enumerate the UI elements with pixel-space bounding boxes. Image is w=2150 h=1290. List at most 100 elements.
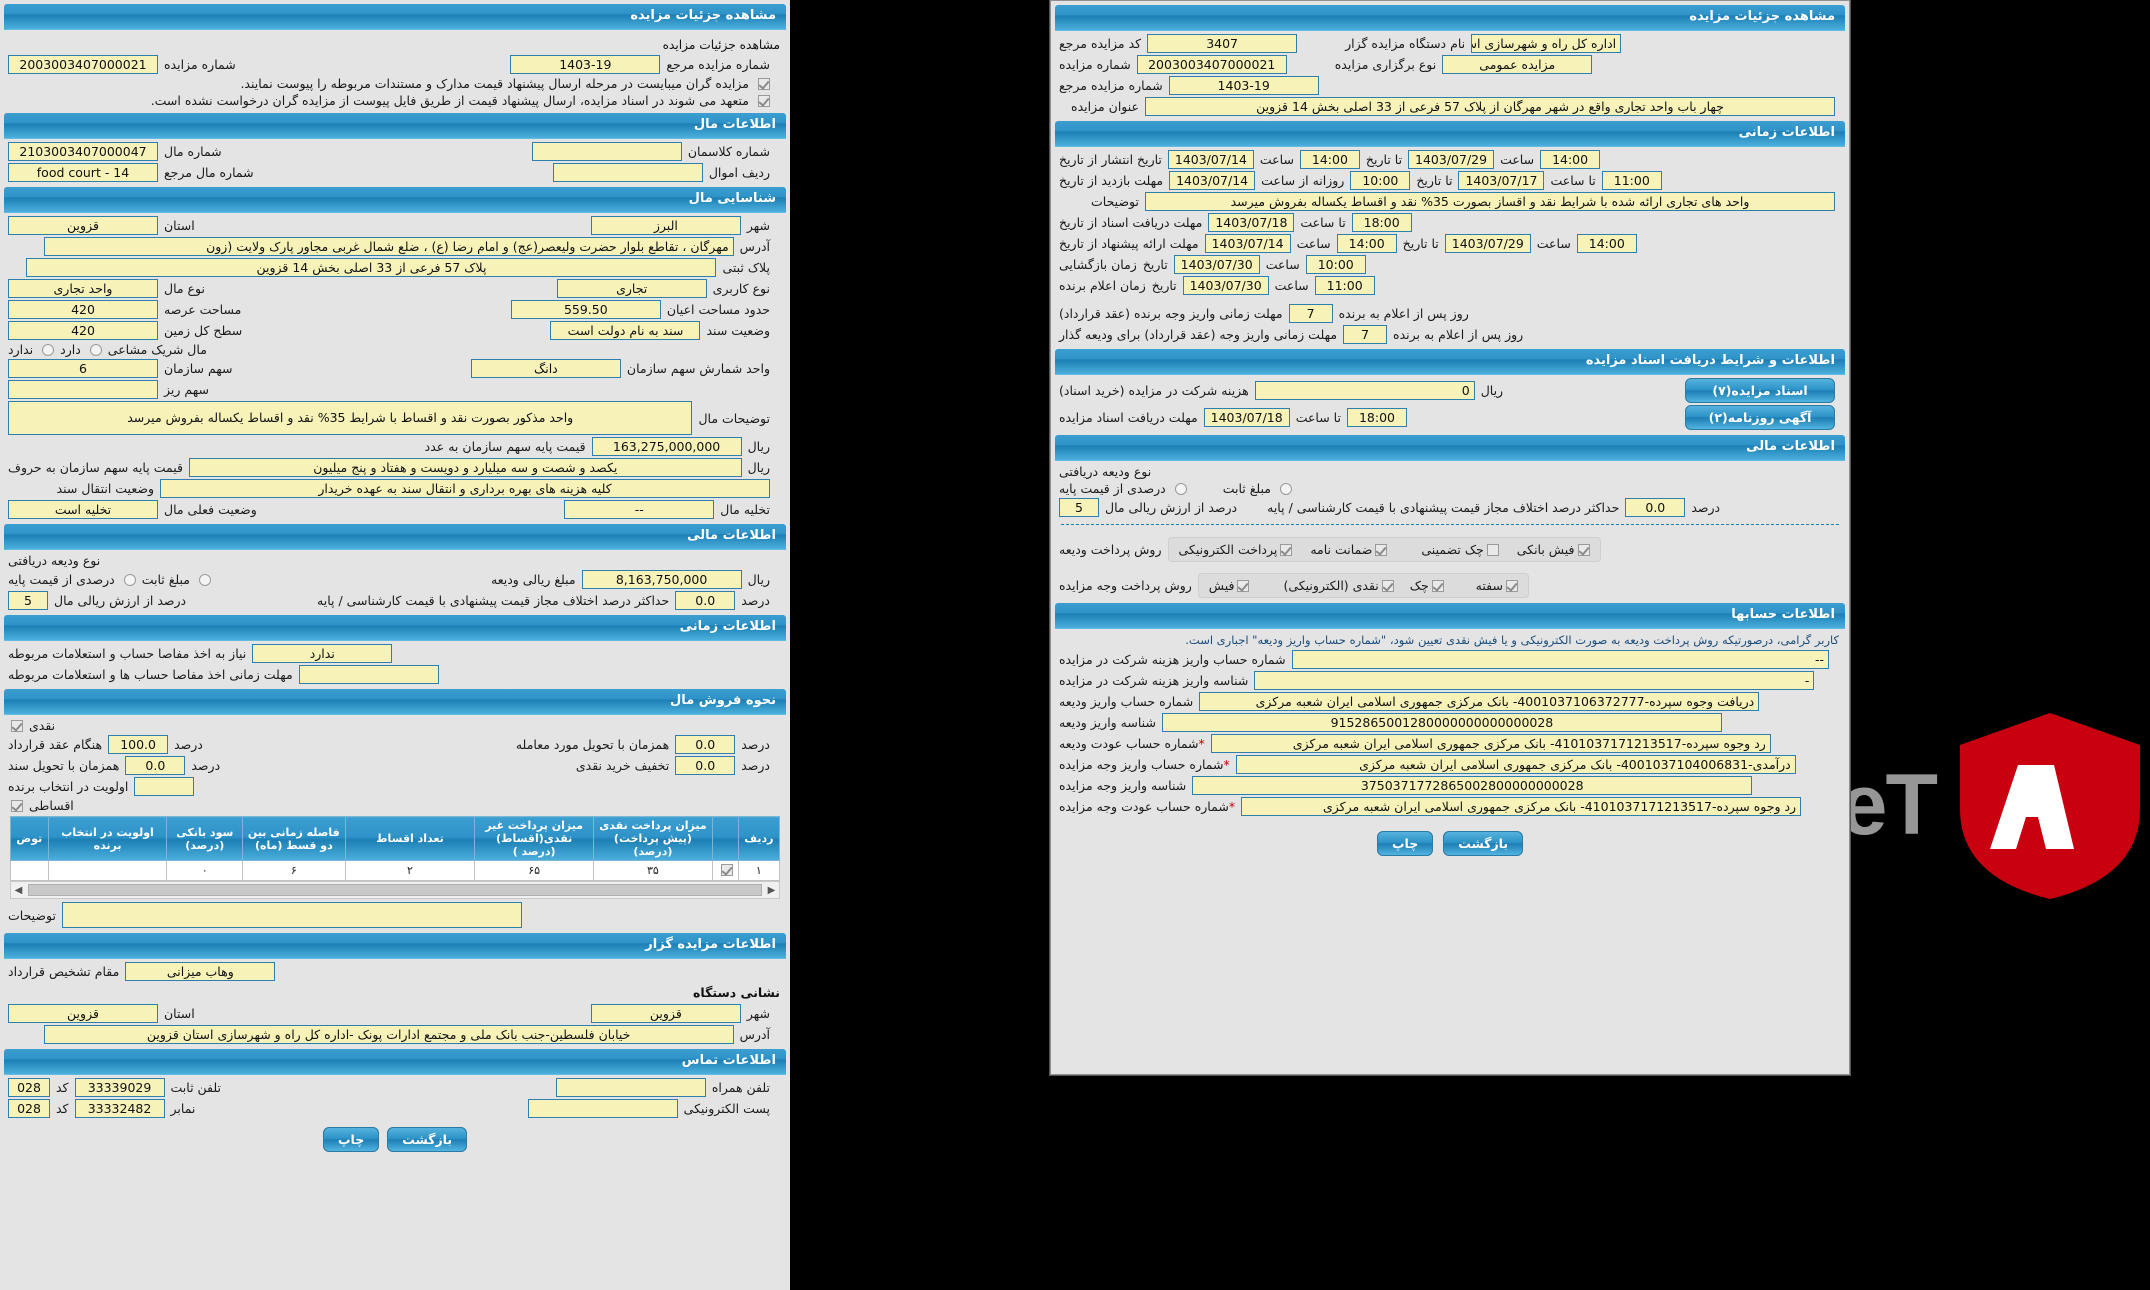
newspaper-ad-button[interactable]: آگهی روزنامه(۲) [1685, 405, 1835, 430]
value-land-total[interactable]: 420 [8, 321, 158, 340]
value-doc-status[interactable]: سند به نام دولت است [550, 321, 701, 340]
value-max-diff[interactable]: 0.0 [675, 591, 736, 610]
value-current-status[interactable]: تخلیه است [8, 500, 158, 519]
value-visit-to-time[interactable]: 11:00 [1601, 171, 1662, 190]
value-docs-receive-deadline-date[interactable]: 1403/07/18 [1203, 408, 1290, 427]
value-fax[interactable]: 33332482 [74, 1099, 165, 1118]
value-building-area[interactable]: 559.50 [510, 300, 661, 319]
value-address[interactable]: مهرگان ، تقاطع بلوار حضرت ولیعصر(عج) و ا… [43, 237, 734, 256]
value-deposit-deadline2[interactable]: 7 [1343, 325, 1388, 344]
value-ref-number[interactable]: 1403-19 [510, 55, 661, 74]
value-at-delivery-deal[interactable]: 0.0 [675, 735, 736, 754]
value-auction-subject[interactable]: چهار باب واحد تجاری واقع در شهر مهرگان ا… [1145, 97, 1835, 116]
value-holding-type[interactable]: مزایده عمومی [1442, 55, 1593, 74]
checkbox-cash[interactable] [11, 719, 23, 732]
value-auctioneer-org[interactable]: اداره کل راه و شهرسازی اس [1471, 34, 1622, 53]
value-deposit-rial[interactable]: 8,163,750,000 [581, 570, 742, 589]
value-org-share[interactable]: 6 [8, 359, 158, 378]
value-auctioneer-province[interactable]: قزوین [8, 1004, 158, 1023]
checkbox-deposit-electronic[interactable] [1280, 544, 1293, 556]
td-select[interactable] [711, 860, 739, 881]
value-assets-row[interactable] [552, 163, 703, 182]
checkbox-deposit-bank-receipt[interactable] [1577, 544, 1590, 556]
value-transfer-status[interactable]: کلیه هزینه های بهره برداری و انتقال سند … [160, 479, 770, 498]
value-docs-receive-deadline-time[interactable]: 18:00 [1346, 408, 1407, 427]
value-mobile[interactable] [555, 1078, 706, 1097]
value-fax-code[interactable]: 028 [8, 1099, 50, 1118]
value-property-ref-number[interactable]: food court - 14 [8, 163, 158, 182]
value-clearance-time[interactable] [298, 665, 439, 684]
value-docs-deadline-from[interactable]: 1403/07/18 [1208, 213, 1295, 232]
value-phone[interactable]: 33339029 [74, 1078, 165, 1097]
value-at-contract[interactable]: 100.0 [108, 735, 169, 754]
value-usage-type[interactable]: تجاری [556, 279, 707, 298]
checkbox-deposit-warranty-letter[interactable] [1375, 544, 1388, 556]
value-time-explanation[interactable]: واحد های تجاری ارائه شده با شرایط نقد و … [1145, 192, 1835, 211]
value-winner-announce-date[interactable]: 1403/07/30 [1182, 276, 1269, 295]
value-auction-refund-account[interactable]: رد وجوه سپرده-4101037171213517- بانک مرک… [1241, 797, 1802, 816]
value-property-number[interactable]: 2103003407000047 [8, 142, 158, 161]
value-classman[interactable] [531, 142, 682, 161]
radio-right-fixed-amount[interactable] [1280, 482, 1292, 495]
value-visit-from[interactable]: 1403/07/14 [1169, 171, 1256, 190]
radio-shared-has[interactable] [89, 343, 102, 356]
value-percent-of-value[interactable]: 5 [8, 591, 48, 610]
value-sale-description[interactable] [61, 902, 522, 928]
table-horizontal-scrollbar[interactable]: ▶ ◀ [10, 881, 780, 899]
value-bid-submit-to[interactable]: 1403/07/29 [1444, 234, 1531, 253]
value-right-max-diff[interactable]: 0.0 [1625, 498, 1686, 517]
value-publish-from[interactable]: 1403/07/14 [1167, 150, 1254, 169]
value-right-percent-of-value[interactable]: 5 [1059, 498, 1099, 517]
checkbox-deposit-guarantee-check[interactable] [1486, 544, 1499, 556]
value-right-ref-number[interactable]: 1403-19 [1168, 76, 1319, 95]
value-auctioneer-address[interactable]: خیابان فلسطین-جنب بانک ملی و مجتمع ادارا… [43, 1025, 734, 1044]
back-button-left[interactable]: بازگشت [387, 1127, 468, 1152]
value-bid-submit-to-time[interactable]: 14:00 [1576, 234, 1637, 253]
value-visit-to[interactable]: 1403/07/17 [1458, 171, 1545, 190]
value-email[interactable] [527, 1099, 678, 1118]
value-docs-deadline-to[interactable]: 18:00 [1351, 213, 1412, 232]
value-participation-cost[interactable]: 0 [1254, 381, 1475, 400]
radio-right-percent-of-base[interactable] [1174, 482, 1187, 495]
value-province[interactable]: قزوین [8, 216, 158, 235]
value-at-delivery-doc[interactable]: 0.0 [125, 756, 186, 775]
value-winner-announce-time[interactable]: 11:00 [1314, 276, 1375, 295]
value-area[interactable]: 420 [8, 300, 158, 319]
table-row[interactable]: ۱ ۳۵ ۶۵ ۲ ۶ ۰ [10, 860, 781, 881]
value-contract-officer[interactable]: وهاب میزانی [125, 962, 276, 981]
value-phone-code[interactable]: 028 [8, 1078, 50, 1097]
print-button-right[interactable]: چاپ [1376, 831, 1434, 856]
scroll-right-arrow-icon[interactable]: ▶ [764, 885, 779, 896]
radio-shared-hasnot[interactable] [42, 343, 55, 356]
checkbox-payment-cash-electronic[interactable] [1381, 580, 1394, 592]
value-base-price-number[interactable]: 163,275,000,000 [591, 437, 742, 456]
scroll-left-arrow-icon[interactable]: ◀ [11, 885, 26, 896]
value-clearance-need[interactable]: ندارد [252, 644, 393, 663]
value-property-description[interactable]: واحد مذکور بصورت نقد و اقساط با شرایط 35… [8, 401, 693, 435]
value-cash-discount[interactable]: 0.0 [675, 756, 736, 775]
value-opening-time[interactable]: 10:00 [1305, 255, 1366, 274]
value-publish-to-time[interactable]: 14:00 [1540, 150, 1601, 169]
checkbox-payment-check[interactable] [1431, 580, 1444, 592]
value-publish-from-time[interactable]: 14:00 [1299, 150, 1360, 169]
auction-documents-button[interactable]: اسناد مزایده(۷) [1685, 378, 1835, 403]
radio-percent-of-base[interactable] [123, 573, 136, 586]
checkbox-payment-receipt[interactable] [1237, 580, 1250, 592]
scrollbar-thumb[interactable] [28, 884, 762, 896]
radio-fixed-amount[interactable] [199, 573, 211, 586]
value-share-detail[interactable] [8, 380, 158, 399]
value-visit-daily-from[interactable]: 10:00 [1350, 171, 1411, 190]
print-button-left[interactable]: چاپ [322, 1127, 380, 1152]
value-deposit-refund-account[interactable]: رد وجوه سپرده-4101037171213517- بانک مرک… [1210, 734, 1771, 753]
value-property-type[interactable]: واحد تجاری [8, 279, 158, 298]
checkbox-note2[interactable] [758, 94, 770, 107]
value-participation-fee-id[interactable]: - [1254, 671, 1815, 690]
value-auctioneer-city[interactable]: قزوین [590, 1004, 741, 1023]
back-button-right[interactable]: بازگشت [1443, 831, 1524, 856]
value-counting-unit[interactable]: دانگ [470, 359, 621, 378]
value-deposit-id[interactable]: 9152865001280000000000000028 [1161, 713, 1722, 732]
checkbox-payment-promissory[interactable] [1505, 580, 1518, 592]
value-auction-payment-account[interactable]: درآمدی-4001037104006831- بانک مرکزی جمهو… [1235, 755, 1796, 774]
value-winner-priority[interactable] [134, 777, 195, 796]
checkbox-installment[interactable] [11, 799, 23, 812]
